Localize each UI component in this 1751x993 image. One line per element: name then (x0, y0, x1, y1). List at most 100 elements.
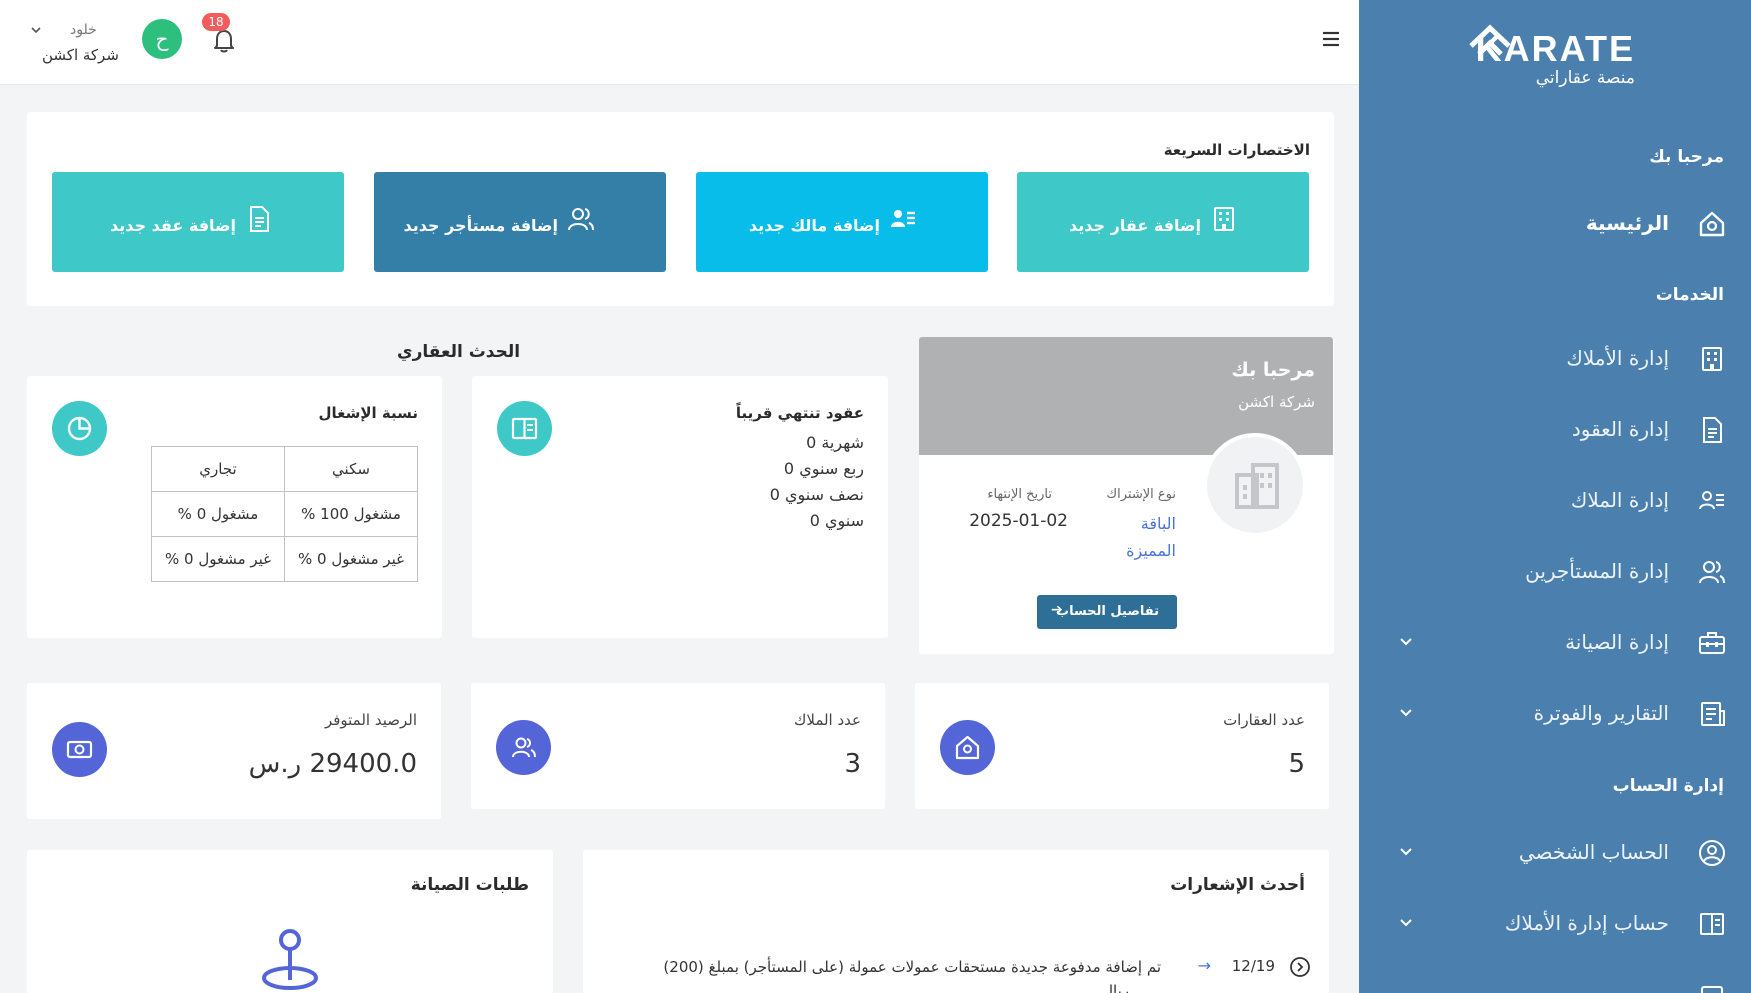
account-details-button[interactable]: تفاصيل الحساب ➔ (1037, 595, 1177, 629)
add-owner-button[interactable]: إضافة مالك جديد (696, 172, 988, 272)
chevron-down-icon (1400, 709, 1412, 717)
expiry-label: تاريخ الإنتهاء (987, 487, 1052, 502)
properties-count-label: عدد العقارات (1223, 711, 1305, 729)
owners-circle (496, 720, 551, 775)
sidebar-heading-welcome: مرحبا بك (1649, 147, 1724, 167)
welcome-card: مرحبا بك شركة اكشن نوع الإشتراك الباقة ا… (919, 337, 1334, 654)
sidebar-item-label: الحساب الشخصي (1518, 840, 1669, 864)
building-icon (1702, 347, 1722, 371)
report-icon (1701, 702, 1725, 726)
document-icon (1703, 417, 1722, 443)
sidebar-heading-account: إدارة الحساب (1612, 776, 1724, 796)
location-pin-icon (262, 929, 318, 990)
owner-list-icon (891, 210, 915, 227)
book-open-icon (1700, 913, 1724, 935)
sidebar-item-reports[interactable]: التقارير والفوترة (1359, 687, 1751, 741)
column-commercial: تجاري (151, 446, 285, 492)
owners-count-value: 3 (844, 749, 861, 779)
sidebar-item-owners[interactable]: إدارة الملاك (1359, 474, 1751, 528)
arrow-circle-icon (1290, 957, 1310, 977)
expiring-contracts-list: شهرية 0 ربع سنوي 0 نصف سنوي 0 سنوي 0 (770, 430, 864, 534)
welcome-company: شركة اكشن (1238, 393, 1315, 411)
notification-text: تم إضافة مدفوعة جديدة مستحقات عمولات عمو… (663, 958, 1161, 976)
maintenance-title: طلبات الصيانة (410, 875, 529, 895)
sidebar-item-label: إدارة العقود (1571, 417, 1669, 441)
subscription-label: نوع الإشتراك (1106, 487, 1176, 502)
table-cell: غير مشغول 0 % (284, 536, 418, 582)
pie-chart-icon (67, 416, 92, 441)
table-header-row: سكني تجاري (151, 446, 418, 492)
list-item[interactable]: 12/19 → تم إضافة مدفوعة جديدة مستحقات عم… (583, 956, 1329, 993)
brand-logo[interactable]: KARATE منصة عقاراتي (1467, 24, 1643, 90)
expiring-semiannual: نصف سنوي 0 (769, 485, 864, 504)
avatar[interactable]: ح (142, 19, 182, 59)
sidebar-item-profile[interactable]: الحساب الشخصي (1359, 826, 1751, 880)
chevron-down-icon[interactable] (30, 24, 42, 36)
top-bar: 18 ح خلود شركة اكشن (0, 0, 1359, 85)
sidebar-item-contracts[interactable]: إدارة العقود (1359, 403, 1751, 457)
sidebar-item-label: إدارة المستأجرين (1525, 559, 1669, 583)
sidebar-item-label: حساب إدارة الأملاك (1504, 911, 1669, 935)
sidebar-item-label: الرئيسية (1585, 211, 1669, 235)
balance-value: 29400.0 ر.س (248, 749, 417, 779)
chevron-down-icon (1400, 919, 1412, 927)
arrow-right-icon: → (1197, 956, 1211, 975)
user-company: شركة اكشن (42, 46, 119, 64)
users-icon (568, 208, 594, 231)
expiry-date: 2025-01-02 (969, 511, 1068, 531)
expiring-contracts-card: عقود تنتهي قريباً شهرية 0 ربع سنوي 0 نصف… (472, 376, 888, 638)
shortcuts-title: الاختصارات السريعة (1163, 141, 1310, 159)
sidebar-item-more[interactable] (1359, 970, 1751, 993)
building-icon (1235, 463, 1279, 509)
table-row: مشغول 100 % مشغول 0 % (151, 491, 418, 537)
balance-circle (52, 722, 107, 777)
sidebar-item-maintenance[interactable]: إدارة الصيانة (1359, 616, 1751, 670)
sidebar-item-label: إدارة الصيانة (1565, 630, 1669, 654)
notifications-card: أحدث الإشعارات 12/19 → تم إضافة مدفوعة ج… (583, 850, 1329, 993)
balance-label: الرصيد المتوفر (324, 711, 417, 729)
expiring-annual: سنوي 0 (809, 511, 864, 530)
sidebar-item-properties[interactable]: إدارة الأملاك (1359, 332, 1751, 386)
brand-name: KARATE (1475, 28, 1635, 69)
expiring-contracts-title: عقود تنتهي قريباً (735, 404, 864, 422)
sidebar: KARATE منصة عقاراتي مرحبا بك الرئيسية ال… (1359, 0, 1751, 993)
owner-list-icon (1699, 491, 1724, 510)
sidebar-item-label: إدارة الأملاك (1566, 346, 1669, 370)
owners-count-label: عدد الملاك (794, 711, 861, 729)
home-icon (1699, 211, 1725, 237)
events-title: الحدث العقاري (397, 342, 521, 362)
properties-circle (940, 720, 995, 775)
table-cell: مشغول 0 % (151, 491, 285, 537)
subscription-value-cont: المميزة (1126, 541, 1176, 560)
add-contract-label: إضافة عقد جديد (110, 216, 236, 235)
menu-toggle-icon[interactable] (1320, 28, 1342, 50)
chevron-down-icon (1400, 638, 1412, 646)
brand-tagline: منصة عقاراتي (1535, 68, 1635, 88)
book-open-icon (511, 417, 538, 440)
subscription-value: الباقة (1140, 514, 1176, 533)
add-tenant-button[interactable]: إضافة مستأجر جديد (374, 172, 666, 272)
table-cell: مشغول 100 % (284, 491, 418, 537)
sidebar-item-home[interactable]: الرئيسية (1359, 197, 1751, 251)
building-icon (1214, 207, 1234, 231)
welcome-title: مرحبا بك (1231, 359, 1315, 381)
document-icon (250, 206, 269, 232)
owners-count-card: عدد الملاك 3 (471, 683, 885, 809)
add-contract-button[interactable]: إضافة عقد جديد (52, 172, 344, 272)
sidebar-item-property-account[interactable]: حساب إدارة الأملاك (1359, 897, 1751, 951)
expiring-quarterly: ربع سنوي 0 (783, 459, 864, 478)
maintenance-card: طلبات الصيانة (27, 850, 553, 993)
users-icon (512, 737, 536, 758)
notification-count-badge: 18 (202, 13, 230, 31)
sidebar-item-tenants[interactable]: إدارة المستأجرين (1359, 545, 1751, 599)
account-details-label: تفاصيل الحساب (1056, 604, 1159, 619)
table-cell: غير مشغول 0 % (151, 536, 285, 582)
arrow-right-icon: ➔ (1051, 602, 1063, 618)
notification-date: 12/19 (1231, 957, 1275, 975)
add-tenant-label: إضافة مستأجر جديد (403, 216, 558, 235)
list-icon (1701, 986, 1723, 993)
add-property-label: إضافة عقار جديد (1069, 216, 1201, 235)
company-avatar (1203, 433, 1307, 537)
user-name: خلود (70, 22, 97, 38)
add-property-button[interactable]: إضافة عقار جديد (1017, 172, 1309, 272)
